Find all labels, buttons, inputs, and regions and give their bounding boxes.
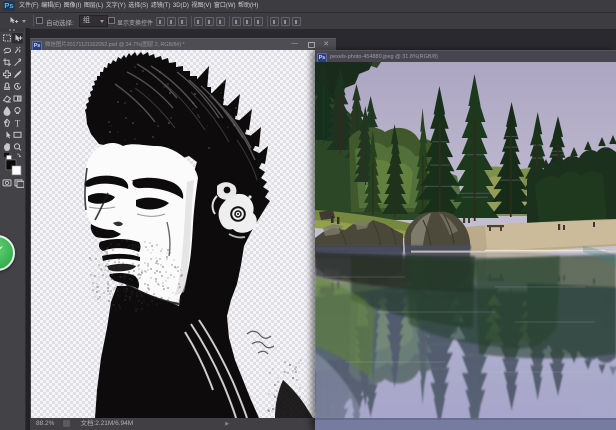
svg-text:T: T — [15, 118, 21, 128]
